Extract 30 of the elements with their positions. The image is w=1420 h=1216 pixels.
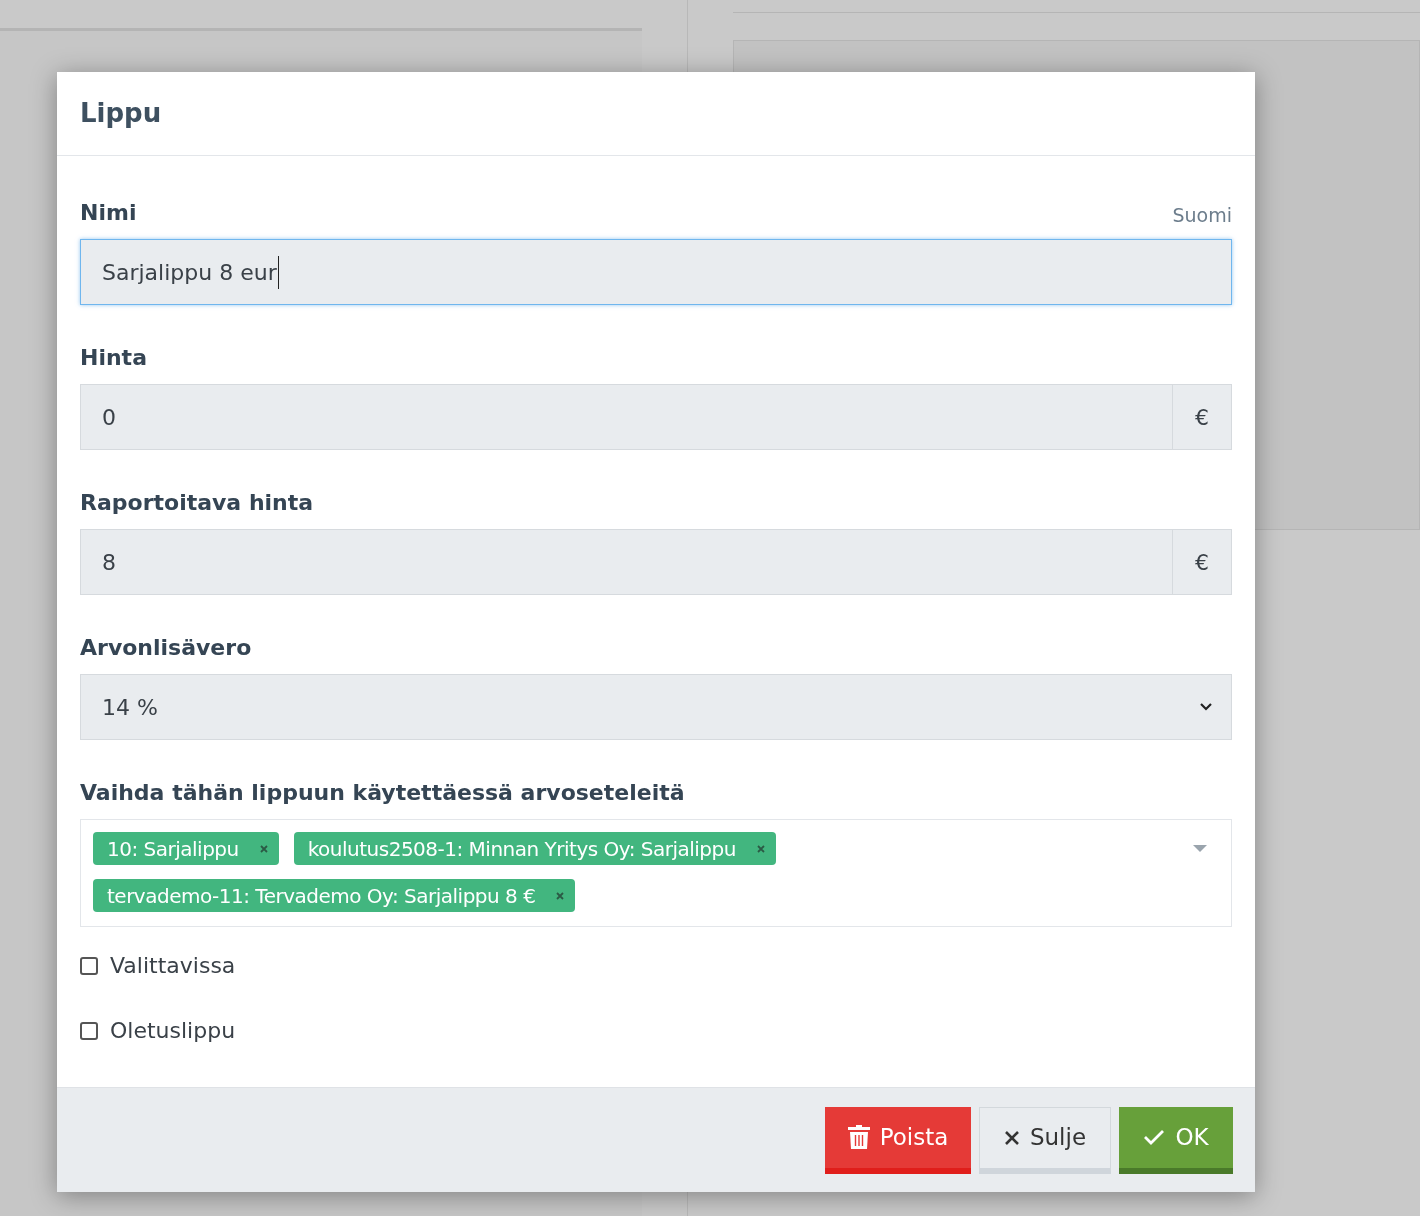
delete-button[interactable]: Poista xyxy=(825,1106,971,1174)
currency-addon: € xyxy=(1173,529,1232,595)
number-input[interactable]: 8 xyxy=(80,529,1173,595)
remove-icon[interactable] xyxy=(555,890,566,901)
checkbox[interactable] xyxy=(80,1021,98,1040)
field-label: Vaihda tähän lippuun käytettäessä arvoseteleitä xyxy=(80,779,685,807)
select-dropdown[interactable]: 14 % xyxy=(80,674,1232,740)
checkbox-label: Oletuslippu xyxy=(110,1017,236,1045)
remove-icon[interactable] xyxy=(755,843,766,854)
field-label: Nimi xyxy=(80,199,137,227)
number-input[interactable]: 0 xyxy=(80,384,1173,450)
remove-icon[interactable] xyxy=(258,843,269,854)
language-label: Suomi xyxy=(1172,202,1232,228)
text-input[interactable]: Sarjalippu 8 eur xyxy=(80,239,1232,305)
trash-icon xyxy=(847,1125,870,1149)
field-label: Hinta xyxy=(80,344,147,372)
field-label: Raportoitava hinta xyxy=(80,489,314,517)
tag: koulutus2508-1: Minnan Yritys Oy: Sarjalippu xyxy=(293,832,776,865)
checkbox[interactable] xyxy=(80,956,98,975)
dialog-title: Lippu xyxy=(80,97,162,130)
checkmark-icon xyxy=(1143,1129,1166,1145)
chevron-down-icon xyxy=(1199,702,1213,712)
tag: tervademo-11: Tervademo Oy: Sarjalippu 8 € xyxy=(93,879,576,912)
caret-down-icon xyxy=(1193,845,1207,853)
tag: 10: Sarjalippu xyxy=(93,832,279,865)
field-label: Arvonlisävero xyxy=(80,634,252,662)
close-button[interactable]: Sulje xyxy=(979,1106,1111,1174)
currency-addon: € xyxy=(1173,384,1232,450)
close-icon xyxy=(1003,1129,1020,1146)
checkbox-label: Valittavissa xyxy=(110,952,236,980)
